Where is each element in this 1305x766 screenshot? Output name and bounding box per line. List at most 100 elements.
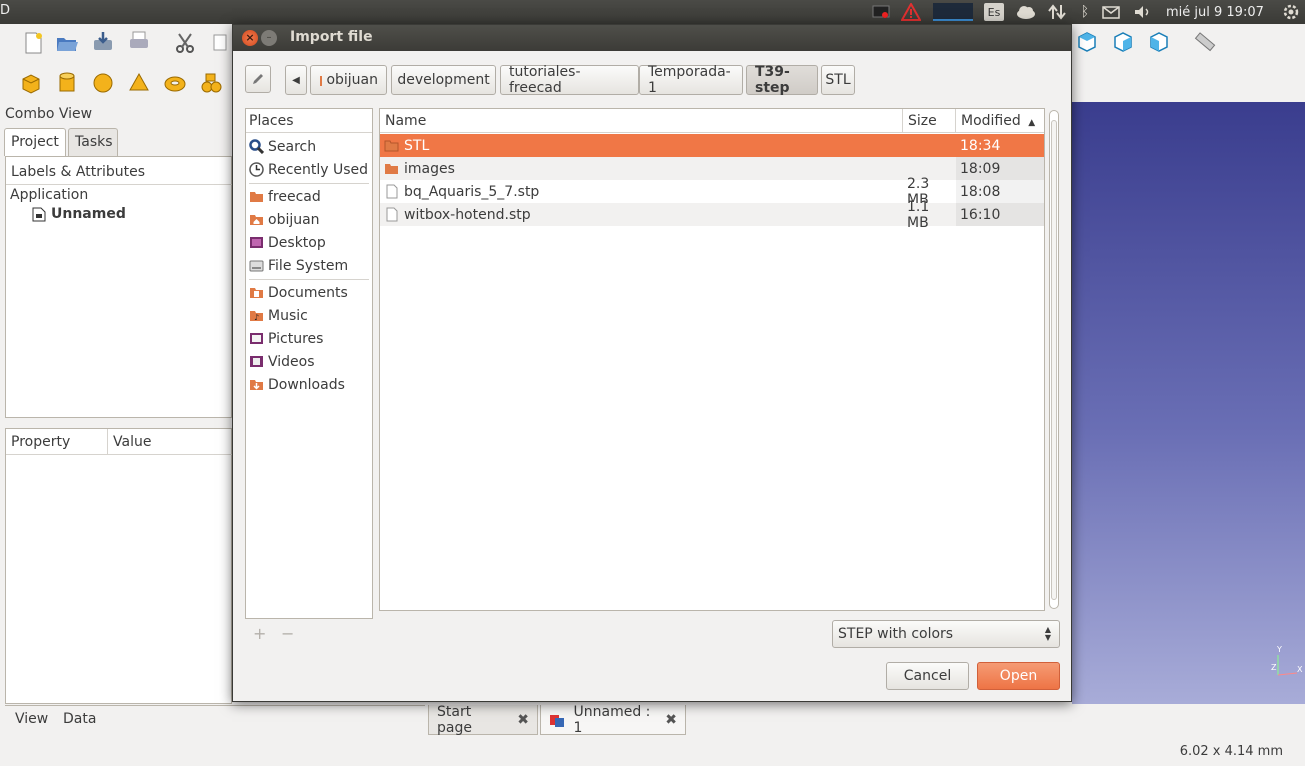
import-file-dialog: × – Import file ◀ obijuan development tu… bbox=[232, 24, 1072, 702]
place-desktop[interactable]: Desktop bbox=[246, 231, 372, 254]
place-obijuan[interactable]: obijuan bbox=[246, 208, 372, 231]
breadcrumb-stl[interactable]: STL bbox=[821, 65, 855, 95]
tab-project[interactable]: Project bbox=[4, 128, 66, 156]
breadcrumb-scroll-left-button[interactable]: ◀ bbox=[285, 65, 307, 95]
view-toolbar bbox=[1072, 24, 1305, 102]
system-monitor-icon[interactable] bbox=[933, 3, 973, 21]
cloud-icon[interactable] bbox=[1014, 3, 1038, 21]
svg-text:♪: ♪ bbox=[254, 313, 259, 322]
add-place-button[interactable]: + bbox=[253, 624, 266, 643]
bluetooth-icon[interactable]: ᛒ bbox=[1076, 3, 1094, 21]
close-icon[interactable]: × bbox=[242, 30, 258, 46]
open-folder-icon[interactable] bbox=[56, 32, 78, 54]
place-file-system[interactable]: File System bbox=[246, 254, 372, 277]
mail-icon[interactable] bbox=[1100, 3, 1122, 21]
volume-icon[interactable] bbox=[1132, 3, 1154, 21]
file-type-filter[interactable]: STEP with colors ▲ ▼ bbox=[832, 620, 1060, 648]
network-updown-icon[interactable] bbox=[1046, 3, 1068, 21]
cut-icon[interactable] bbox=[174, 32, 196, 54]
part-toolbar bbox=[0, 64, 232, 102]
tree-document-label: Unnamed bbox=[51, 206, 126, 222]
remove-place-button[interactable]: − bbox=[281, 624, 294, 643]
document-tabs: Start page ✖ Unnamed : 1 ✖ bbox=[428, 704, 1078, 736]
keyboard-layout-indicator[interactable]: Es bbox=[984, 3, 1004, 21]
3d-viewport[interactable] bbox=[1072, 102, 1305, 704]
tree-view[interactable]: Labels & Attributes Application Unnamed bbox=[5, 156, 233, 418]
file-list-header: Name Size Modified ▲ bbox=[380, 109, 1044, 133]
file-list-scrollbar[interactable] bbox=[1047, 108, 1061, 611]
file-icon bbox=[386, 207, 398, 222]
clock[interactable]: mié jul 9 19:07 bbox=[1166, 3, 1264, 21]
file-row-witbox-hotend[interactable]: witbox-hotend.stp 1.1 MB 16:10 bbox=[380, 199, 1044, 231]
close-icon[interactable]: ✖ bbox=[665, 712, 677, 728]
property-column: Property bbox=[6, 429, 108, 454]
breadcrumb-obijuan[interactable]: obijuan bbox=[310, 65, 387, 95]
status-dimensions: 6.02 x 4.14 mm bbox=[1179, 744, 1283, 759]
torus-icon[interactable] bbox=[164, 72, 186, 94]
view-front-icon[interactable] bbox=[1112, 30, 1134, 52]
breadcrumb-development[interactable]: development bbox=[391, 65, 496, 95]
view-right-icon[interactable] bbox=[1148, 30, 1170, 52]
place-downloads[interactable]: Downloads bbox=[246, 373, 372, 396]
doc-tab-start-page[interactable]: Start page ✖ bbox=[428, 704, 538, 736]
property-header: Property Value bbox=[6, 429, 233, 455]
print-icon[interactable] bbox=[128, 30, 150, 52]
column-size[interactable]: Size bbox=[903, 109, 956, 133]
freecad-doc-icon bbox=[550, 714, 564, 727]
minimize-icon[interactable]: – bbox=[261, 30, 277, 46]
place-freecad[interactable]: freecad bbox=[246, 185, 372, 208]
pictures-folder-icon bbox=[250, 333, 263, 344]
new-file-icon[interactable] bbox=[22, 32, 44, 54]
close-icon[interactable]: ✖ bbox=[517, 712, 529, 728]
place-videos[interactable]: Videos bbox=[246, 350, 372, 373]
home-folder-icon bbox=[320, 76, 323, 86]
measure-icon[interactable] bbox=[1194, 30, 1216, 52]
cylinder-icon[interactable] bbox=[56, 72, 78, 94]
scrollbar-thumb[interactable] bbox=[1051, 120, 1057, 600]
place-documents[interactable]: Documents bbox=[246, 281, 372, 304]
updown-arrows-icon: ▲ ▼ bbox=[1044, 625, 1051, 642]
tab-data[interactable]: Data bbox=[57, 706, 102, 732]
breadcrumb-temporada-1[interactable]: Temporada-1 bbox=[639, 64, 743, 96]
folder-icon bbox=[250, 192, 263, 202]
view-top-icon[interactable] bbox=[1076, 30, 1098, 52]
sphere-icon[interactable] bbox=[92, 72, 114, 94]
breadcrumb-tutoriales-freecad[interactable]: tutoriales-freecad bbox=[500, 64, 639, 96]
save-icon[interactable] bbox=[92, 30, 114, 52]
warning-icon[interactable] bbox=[900, 3, 922, 21]
desktop-icon bbox=[250, 237, 263, 248]
tab-view[interactable]: View bbox=[9, 706, 54, 732]
primitives-icon[interactable] bbox=[200, 72, 222, 94]
open-button[interactable]: Open bbox=[977, 662, 1060, 690]
place-search[interactable]: Search bbox=[246, 135, 372, 158]
tab-tasks[interactable]: Tasks bbox=[68, 128, 118, 156]
file-row-stl[interactable]: STL 18:34 bbox=[380, 134, 1044, 157]
type-location-button[interactable] bbox=[245, 65, 271, 93]
doc-tab-unnamed[interactable]: Unnamed : 1 ✖ bbox=[540, 704, 686, 736]
tree-application[interactable]: Application bbox=[10, 187, 88, 203]
cone-icon[interactable] bbox=[128, 72, 150, 94]
copy-icon[interactable] bbox=[210, 32, 232, 54]
places-header: Places bbox=[246, 109, 372, 133]
tree-document-unnamed[interactable]: Unnamed bbox=[32, 206, 126, 222]
column-modified[interactable]: Modified ▲ bbox=[956, 109, 1044, 133]
property-view[interactable]: Property Value bbox=[5, 428, 233, 704]
power-gear-icon[interactable] bbox=[1280, 3, 1302, 21]
dialog-titlebar[interactable]: × – Import file bbox=[233, 25, 1071, 51]
documents-folder-icon bbox=[250, 288, 263, 298]
breadcrumb-t39-step[interactable]: T39-step bbox=[746, 64, 818, 96]
top-panel: D Es ᛒ mié jul 9 19:07 bbox=[0, 0, 1305, 24]
clock-icon bbox=[249, 162, 264, 177]
search-icon bbox=[249, 139, 264, 154]
cancel-button[interactable]: Cancel bbox=[886, 662, 969, 690]
place-pictures[interactable]: Pictures bbox=[246, 327, 372, 350]
places-sidebar: Places Search Recently Used freecad obij… bbox=[245, 108, 373, 619]
place-recently-used[interactable]: Recently Used bbox=[246, 158, 372, 181]
cube-icon[interactable] bbox=[20, 72, 42, 94]
column-name[interactable]: Name bbox=[380, 109, 903, 133]
screen-recorder-icon[interactable] bbox=[870, 3, 892, 21]
videos-folder-icon bbox=[250, 356, 263, 367]
place-music[interactable]: ♪ Music bbox=[246, 304, 372, 327]
status-bar: 6.02 x 4.14 mm bbox=[0, 740, 1305, 766]
sort-ascending-icon: ▲ bbox=[1028, 118, 1036, 128]
